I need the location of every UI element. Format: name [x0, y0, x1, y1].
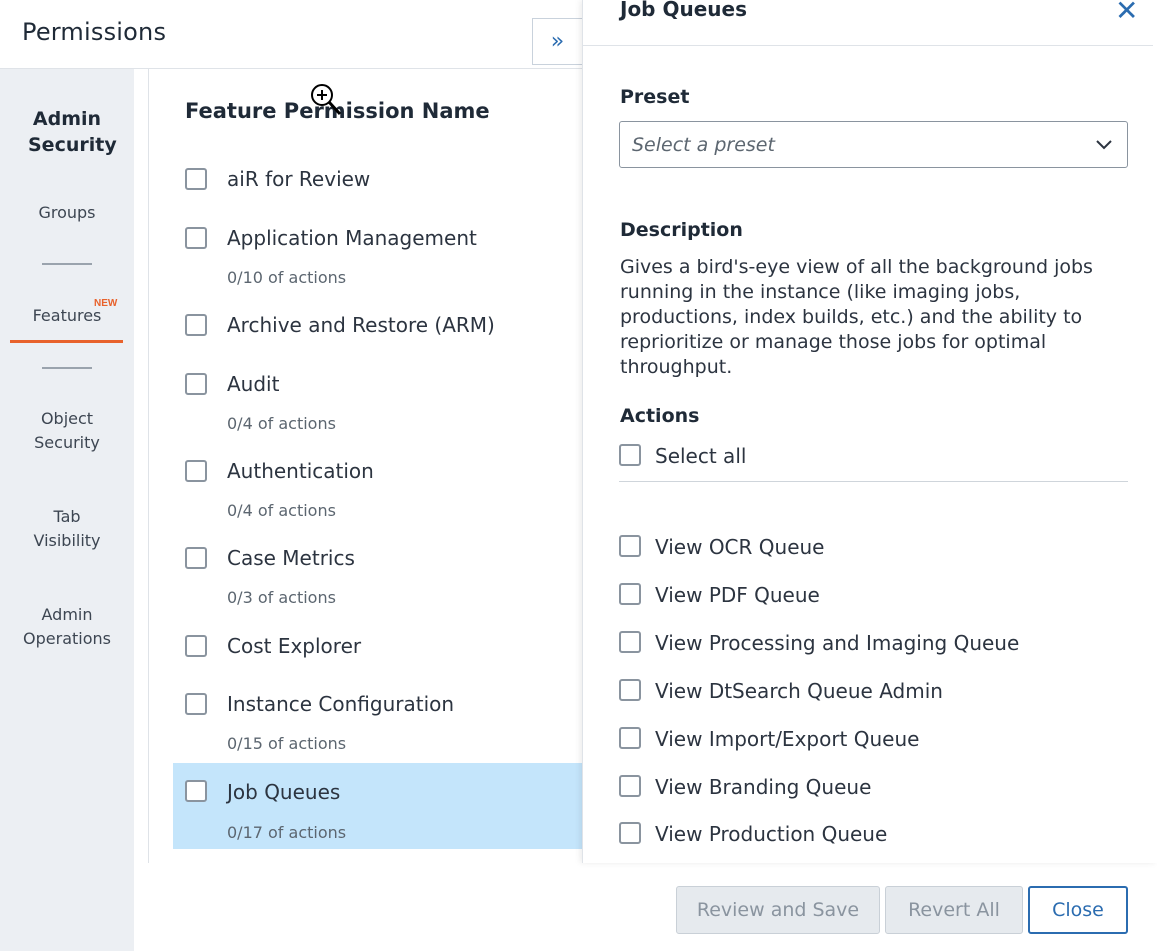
feature-action-count: 0/4 of actions	[227, 414, 336, 433]
action-label: View PDF Queue	[655, 583, 820, 607]
action-label: View OCR Queue	[655, 535, 825, 559]
feature-label: Job Queues	[227, 780, 341, 804]
feature-checkbox[interactable]	[185, 780, 207, 802]
feature-label: aiR for Review	[227, 167, 371, 191]
review-and-save-button[interactable]: Review and Save	[676, 886, 880, 934]
feature-action-count: 0/10 of actions	[227, 268, 347, 287]
action-checkbox[interactable]	[619, 679, 641, 701]
feature-list-panel: Feature Permission Name aiR for Review A…	[148, 69, 583, 863]
action-row[interactable]: View PDF Queue	[619, 582, 1128, 612]
detail-panel: Job Queues ✕ Preset Select a preset Desc…	[582, 0, 1157, 863]
divider	[583, 45, 1153, 46]
nav-item-label: Groups	[38, 203, 96, 222]
left-nav: Admin Security Groups Features NEW Objec…	[0, 69, 134, 951]
app-header: Permissions »	[0, 0, 582, 69]
feature-row-selected[interactable]: Job Queues 0/17 of actions	[173, 763, 583, 849]
nav-item-label: Features	[32, 306, 102, 325]
description-text: Gives a bird's-eye view of all the backg…	[620, 256, 1093, 378]
action-row[interactable]: View Production Queue	[619, 821, 1128, 851]
action-checkbox[interactable]	[619, 727, 641, 749]
nav-item-tab-visibility[interactable]: Tab Visibility	[0, 505, 134, 553]
feature-checkbox[interactable]	[185, 314, 207, 336]
feature-checkbox[interactable]	[185, 693, 207, 715]
feature-label: Authentication	[227, 459, 374, 483]
feature-checkbox[interactable]	[185, 460, 207, 482]
revert-all-button[interactable]: Revert All	[885, 886, 1023, 934]
feature-label: Archive and Restore (ARM)	[227, 313, 495, 337]
feature-checkbox[interactable]	[185, 635, 207, 657]
action-label: View DtSearch Queue Admin	[655, 679, 943, 703]
action-row[interactable]: View OCR Queue	[619, 534, 1128, 564]
action-row[interactable]: View Branding Queue	[619, 774, 1128, 804]
action-checkbox[interactable]	[619, 583, 641, 605]
action-row[interactable]: View Processing and Imaging Queue	[619, 630, 1128, 660]
page-title: Permissions	[22, 18, 167, 46]
close-button[interactable]: Close	[1028, 886, 1128, 934]
feature-row[interactable]: Cost Explorer	[173, 631, 583, 671]
nav-item-label: Object Security	[34, 409, 100, 452]
detail-title: Job Queues	[620, 0, 747, 21]
nav-item-label: Admin Operations	[23, 605, 111, 648]
nav-item-object-security[interactable]: Object Security	[0, 407, 134, 455]
preset-label: Preset	[620, 86, 690, 108]
action-label: View Processing and Imaging Queue	[655, 631, 1020, 655]
action-label: View Import/Export Queue	[655, 727, 920, 751]
preset-select[interactable]: Select a preset	[619, 121, 1128, 168]
feature-row[interactable]: Audit 0/4 of actions	[173, 369, 583, 439]
feature-checkbox[interactable]	[185, 373, 207, 395]
new-badge: NEW	[94, 298, 118, 309]
feature-row[interactable]: Archive and Restore (ARM)	[173, 310, 583, 350]
nav-section-title: Admin Security	[28, 108, 117, 156]
nav-item-label: Tab Visibility	[33, 507, 101, 550]
feature-label: Instance Configuration	[227, 692, 455, 716]
actions-label: Actions	[620, 405, 700, 427]
select-all-row[interactable]: Select all	[619, 443, 1128, 473]
feature-checkbox[interactable]	[185, 547, 207, 569]
action-row[interactable]: View DtSearch Queue Admin	[619, 678, 1128, 708]
feature-checkbox[interactable]	[185, 227, 207, 249]
feature-action-count: 0/4 of actions	[227, 501, 336, 520]
feature-action-count: 0/17 of actions	[227, 823, 347, 842]
double-chevron-right-icon: »	[550, 29, 565, 54]
action-checkbox[interactable]	[619, 535, 641, 557]
feature-row[interactable]: aiR for Review	[173, 164, 583, 204]
nav-active-indicator	[10, 340, 123, 343]
feature-row[interactable]: Instance Configuration 0/15 of actions	[173, 689, 583, 759]
action-checkbox[interactable]	[619, 775, 641, 797]
close-icon[interactable]: ✕	[1115, 0, 1138, 27]
nav-divider	[42, 263, 92, 265]
description-label: Description	[620, 219, 743, 241]
feature-label: Case Metrics	[227, 546, 355, 570]
feature-label: Application Management	[227, 226, 477, 250]
zoom-cursor-icon	[311, 84, 342, 116]
select-all-checkbox[interactable]	[619, 444, 641, 466]
feature-row[interactable]: Application Management 0/10 of actions	[173, 223, 583, 293]
feature-action-count: 0/3 of actions	[227, 588, 336, 607]
action-checkbox[interactable]	[619, 822, 641, 844]
action-checkbox[interactable]	[619, 631, 641, 653]
collapse-panel-button[interactable]: »	[532, 18, 582, 65]
feature-checkbox[interactable]	[185, 168, 207, 190]
select-all-label: Select all	[655, 444, 747, 468]
nav-item-admin-operations[interactable]: Admin Operations	[0, 603, 134, 651]
action-label: View Production Queue	[655, 822, 888, 846]
chevron-down-icon	[1096, 140, 1112, 150]
feature-action-count: 0/15 of actions	[227, 734, 347, 753]
preset-placeholder: Select a preset	[632, 134, 775, 156]
nav-item-groups[interactable]: Groups	[0, 201, 134, 225]
feature-row[interactable]: Authentication 0/4 of actions	[173, 456, 583, 526]
divider	[619, 481, 1128, 482]
action-label: View Branding Queue	[655, 775, 872, 799]
feature-row[interactable]: Case Metrics 0/3 of actions	[173, 543, 583, 613]
nav-divider	[42, 367, 92, 369]
action-row[interactable]: View Import/Export Queue	[619, 726, 1128, 756]
feature-label: Audit	[227, 372, 280, 396]
feature-label: Cost Explorer	[227, 634, 362, 658]
